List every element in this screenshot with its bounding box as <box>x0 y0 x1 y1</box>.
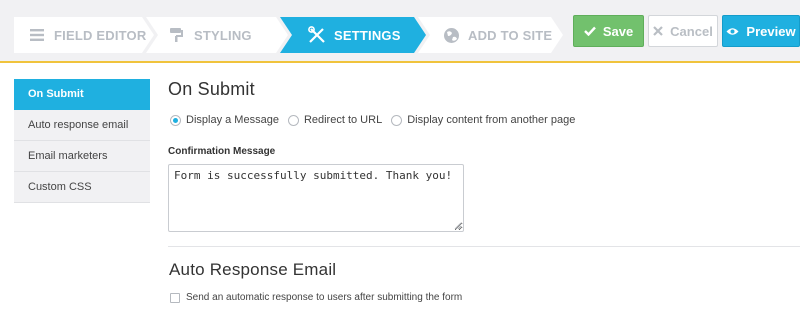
checkbox-label: Send an automatic response to users afte… <box>186 292 463 303</box>
step-settings[interactable]: SETTINGS <box>280 17 426 53</box>
list-icon <box>28 26 46 44</box>
sidebar-item-auto-response-email[interactable]: Auto response email <box>14 110 150 141</box>
top-toolbar: FIELD EDITOR STYLING SETTINGS ADD TO SIT… <box>0 0 800 63</box>
close-icon <box>653 26 663 36</box>
step-add-to-site[interactable]: ADD TO SITE <box>418 17 563 53</box>
sidebar-item-label: Email marketers <box>28 150 108 162</box>
tools-icon <box>308 26 326 44</box>
section-title-on-submit: On Submit <box>168 79 255 99</box>
resize-grip-icon[interactable] <box>454 222 462 230</box>
radio-label: Display a Message <box>186 114 279 126</box>
radio-indicator <box>170 114 181 126</box>
section-divider <box>168 246 800 247</box>
toolbar-divider <box>0 61 800 63</box>
step-label: FIELD EDITOR <box>54 27 147 43</box>
radio-label: Display content from another page <box>407 114 576 126</box>
sidebar-item-label: Auto response email <box>28 119 129 131</box>
eye-icon <box>726 27 739 36</box>
radio-redirect-url[interactable]: Redirect to URL <box>287 114 383 126</box>
section-title-auto-response: Auto Response Email <box>169 260 337 279</box>
radio-display-other-page[interactable]: Display content from another page <box>391 114 575 126</box>
step-label: SETTINGS <box>334 27 401 43</box>
cancel-label: Cancel <box>670 23 713 39</box>
step-label: ADD TO SITE <box>468 27 553 43</box>
confirmation-message-textarea[interactable]: Form is successfully submitted. Thank yo… <box>168 164 464 232</box>
paint-roller-icon <box>168 26 186 44</box>
settings-sidebar: On Submit Auto response email Email mark… <box>14 79 150 203</box>
sidebar-item-label: Custom CSS <box>28 181 92 193</box>
on-submit-options: Display a Message Redirect to URL Displa… <box>170 114 584 126</box>
radio-display-message[interactable]: Display a Message <box>170 114 279 126</box>
save-button[interactable]: Save <box>573 15 644 47</box>
step-label: STYLING <box>194 27 252 43</box>
globe-icon <box>442 26 460 44</box>
radio-label: Redirect to URL <box>303 114 383 126</box>
check-icon <box>583 26 596 36</box>
sidebar-item-on-submit[interactable]: On Submit <box>14 79 150 110</box>
settings-panel: On Submit Display a Message Redirect to … <box>168 79 800 303</box>
preview-button[interactable]: Preview <box>722 15 800 47</box>
step-field-editor[interactable]: FIELD EDITOR <box>14 17 154 53</box>
radio-indicator <box>391 114 403 126</box>
cancel-button[interactable]: Cancel <box>648 15 718 47</box>
sidebar-item-label: On Submit <box>28 88 84 100</box>
auto-response-checkbox[interactable]: Send an automatic response to users afte… <box>170 292 462 303</box>
save-label: Save <box>602 23 634 39</box>
wizard-steps: FIELD EDITOR STYLING SETTINGS ADD TO SIT… <box>14 17 563 53</box>
confirmation-message-label: Confirmation Message <box>168 146 276 157</box>
radio-indicator <box>287 114 299 126</box>
preview-label: Preview <box>746 23 796 39</box>
sidebar-item-custom-css[interactable]: Custom CSS <box>14 172 150 203</box>
checkbox-indicator <box>170 292 180 303</box>
step-styling[interactable]: STYLING <box>146 17 288 53</box>
sidebar-item-email-marketers[interactable]: Email marketers <box>14 141 150 172</box>
